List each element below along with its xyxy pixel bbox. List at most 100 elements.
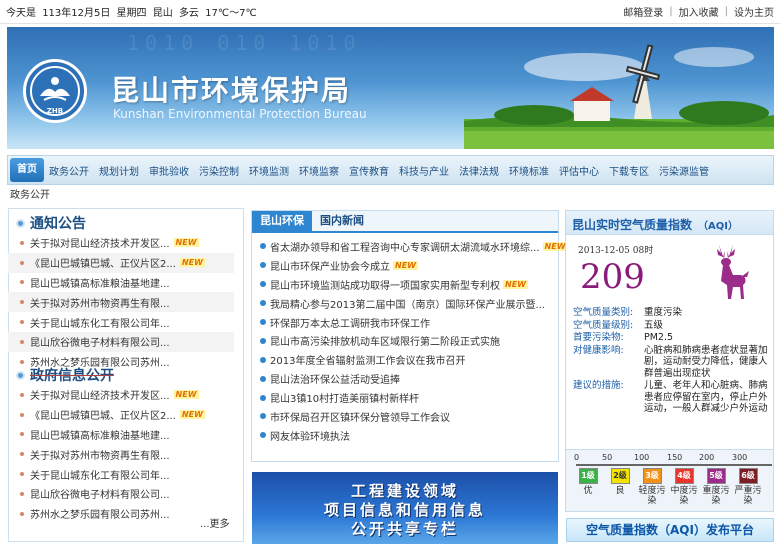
more-link[interactable]: ...更多 xyxy=(200,515,230,530)
level-name: 轻度污染 xyxy=(638,486,666,506)
top-info-bar: 今天是 113年12月5日 星期四 昆山 多云 17℃～7℃ 邮箱登录 | 加入… xyxy=(0,0,780,24)
aqi-row: 空气质量级别: 五级 xyxy=(573,320,769,332)
nav-downloads[interactable]: 下载专区 xyxy=(604,163,654,178)
list-item-text: 关于拟对昆山经济技术开发区... xyxy=(30,239,170,251)
aqi-row: 首要污染物: PM2.5 xyxy=(573,332,769,344)
main-nav: 首页 政务公开 规划计划 审批验收 污染控制 环境监测 环境监察 宣传教育 科技… xyxy=(7,155,774,185)
weather-text: 多云 xyxy=(178,8,199,19)
aqi-row: 空气质量类别: 重度污染 xyxy=(573,307,769,319)
nav-laws[interactable]: 法律法规 xyxy=(454,163,504,178)
weekday-text: 星期四 xyxy=(116,8,147,19)
bullet-icon xyxy=(20,339,24,344)
tab-kunshan-env[interactable]: 昆山环保 xyxy=(252,211,312,231)
top-links: 邮箱登录 | 加入收藏 | 设为主页 xyxy=(623,4,774,19)
aqi-level-6: 6级 严重污染 xyxy=(734,468,762,506)
bullet-icon xyxy=(260,413,266,420)
bullet-icon xyxy=(260,356,266,363)
bullet-icon xyxy=(20,300,24,305)
bullet-icon xyxy=(20,432,24,437)
news-list: 省太湖办领导和省工程咨询中心专家调研太湖流域水环境综... NEW 昆山市环保产业… xyxy=(252,233,568,445)
list-item[interactable]: 昆山欣谷微电子材料有限公司... xyxy=(8,331,234,352)
scale-tick: 150 xyxy=(667,453,683,462)
list-item[interactable]: 昆山欣谷微电子材料有限公司... xyxy=(20,484,244,504)
list-item[interactable]: 我局精心参与2013第二届中国（南京）国际环保产业展示暨... xyxy=(260,294,558,313)
tab-domestic-news[interactable]: 国内新闻 xyxy=(312,211,372,231)
bullet-icon xyxy=(20,320,24,325)
list-item[interactable]: 昆山巴城镇高标准粮油基地建... xyxy=(20,273,244,293)
list-item[interactable]: 《昆山巴城镇巴城、正仪片区2... NEW xyxy=(20,405,244,425)
aqi-time: 2013-12-05 08时 xyxy=(578,246,654,256)
bullet-icon xyxy=(20,392,24,397)
nav-standards[interactable]: 环境标准 xyxy=(504,163,554,178)
aqi-level-5: 5级 重度污染 xyxy=(702,468,730,506)
bullet-icon xyxy=(20,260,24,265)
aqi-row: 建议的措施: 儿童、老年人和心脏病、肺病患者应停留在室内，停止户外运动，一般人群减… xyxy=(573,380,769,415)
list-item[interactable]: 昆山巴城镇高标准粮油基地建... xyxy=(20,425,244,445)
bullet-icon xyxy=(260,243,266,250)
list-item[interactable]: 市环保局召开区镇环保分管领导工作会议 xyxy=(260,407,558,426)
level-name: 良 xyxy=(615,486,625,496)
scale-tick: 100 xyxy=(634,453,650,462)
nav-pollution-sources[interactable]: 污染源监管 xyxy=(654,163,714,178)
nav-assessment[interactable]: 评估中心 xyxy=(554,163,604,178)
list-item[interactable]: 关于昆山城东化工有限公司年... xyxy=(20,312,244,332)
nav-pollution-control[interactable]: 污染控制 xyxy=(194,163,244,178)
nav-education[interactable]: 宣传教育 xyxy=(344,163,394,178)
aqi-row-key: 建议的措施: xyxy=(573,380,624,391)
aqi-row-key: 空气质量级别: xyxy=(573,319,634,331)
list-item[interactable]: 《昆山巴城镇巴城、正仪片区2... NEW xyxy=(8,252,234,273)
list-item-text: 昆山3镇10村打造美丽镇村新样杆 xyxy=(270,394,420,406)
nav-env-monitoring[interactable]: 环境监测 xyxy=(244,163,294,178)
credit-info-banner[interactable]: 工程建设领域 项目信息和信用信息 公开共享专栏 xyxy=(252,472,558,544)
nav-gov-affairs[interactable]: 政务公开 xyxy=(44,163,94,178)
nav-approval[interactable]: 审批验收 xyxy=(144,163,194,178)
list-item[interactable]: 网友体验环境执法 xyxy=(260,426,558,445)
nav-home[interactable]: 首页 xyxy=(10,158,44,182)
list-item-text: 昆山法治环保公益活动受追捧 xyxy=(270,375,400,387)
list-item-text: 关于拟对苏州市物资再生有限... xyxy=(30,298,170,310)
nav-tech-industry[interactable]: 科技与产业 xyxy=(394,163,454,178)
list-item-text: 我局精心参与2013第二届中国（南京）国际环保产业展示暨... xyxy=(270,299,545,311)
list-item[interactable]: 昆山市环境监测站成功取得一项国家实用新型专利权 NEW xyxy=(260,275,558,294)
notice-section: 通知公告 关于拟对昆山经济技术开发区... NEW 《昆山巴城镇巴城、正仪片区2.… xyxy=(8,213,244,372)
aqi-header: 昆山实时空气质量指数 （AQI） xyxy=(566,211,773,235)
gov-info-title: 政府信息公开 xyxy=(30,368,114,384)
city-text: 昆山 xyxy=(152,8,173,19)
list-item[interactable]: 昆山市高污染排放机动车区域限行第二阶段正式实施 xyxy=(260,331,558,350)
gov-info-list: 关于拟对昆山经济技术开发区... NEW 《昆山巴城镇巴城、正仪片区2... NEW… xyxy=(8,385,244,524)
bullet-icon xyxy=(20,240,24,245)
scale-tick: 50 xyxy=(602,453,613,462)
list-item[interactable]: 环保部万本太总工调研我市环保工作 xyxy=(260,313,558,332)
list-item[interactable]: 关于拟对昆山经济技术开发区... NEW xyxy=(20,385,244,405)
notice-title: 通知公告 xyxy=(30,216,86,232)
logo-emblem-icon: ZHB xyxy=(30,66,80,116)
mail-login-link[interactable]: 邮箱登录 xyxy=(623,4,663,19)
bureau-logo[interactable]: ZHB xyxy=(23,59,87,123)
list-item[interactable]: 昆山3镇10村打造美丽镇村新样杆 xyxy=(260,388,558,407)
sub-nav-item[interactable]: 政务公开 xyxy=(10,186,50,201)
aqi-row-key: 对健康影响: xyxy=(573,344,624,356)
list-item[interactable]: 2013年度全省辐射监测工作会议在我市召开 xyxy=(260,350,558,369)
new-badge: NEW xyxy=(179,410,205,420)
list-item[interactable]: 关于拟对苏州市物资再生有限... xyxy=(20,444,244,464)
bullet-icon xyxy=(260,432,266,439)
aqi-row: 对健康影响: 心脏病和肺病患者症状显著加剧，运动耐受力降低，健康人群普遍出现症状 xyxy=(573,345,769,380)
list-item[interactable]: 关于拟对昆山经济技术开发区... NEW xyxy=(20,233,244,253)
list-item[interactable]: 关于昆山城东化工有限公司年... xyxy=(20,464,244,484)
aqi-tag: （AQI） xyxy=(698,221,738,232)
aqi-row-value: 儿童、老年人和心脏病、肺病患者应停留在室内，停止户外运动，一般人群减少户外运动 xyxy=(644,380,768,414)
list-item[interactable]: 昆山法治环保公益活动受追捧 xyxy=(260,369,558,388)
aqi-level-4: 4级 中度污染 xyxy=(670,468,698,506)
level-box: 2级 xyxy=(610,468,630,484)
list-item-text: 苏州水之梦乐园有限公司苏州... xyxy=(30,510,170,522)
nav-planning[interactable]: 规划计划 xyxy=(94,163,144,178)
list-item[interactable]: 关于拟对苏州市物资再生有限... xyxy=(8,292,234,313)
bullet-icon xyxy=(20,412,24,417)
add-favorite-link[interactable]: 加入收藏 xyxy=(679,4,719,19)
aqi-platform-link[interactable]: 空气质量指数（AQI）发布平台 xyxy=(566,518,774,542)
nav-env-inspection[interactable]: 环境监察 xyxy=(294,163,344,178)
list-item[interactable]: 省太湖办领导和省工程咨询中心专家调研太湖流域水环境综... NEW xyxy=(260,237,568,256)
set-homepage-link[interactable]: 设为主页 xyxy=(734,4,774,19)
list-item[interactable]: 昆山市环保产业协会今成立 NEW xyxy=(260,256,558,275)
level-box: 3级 xyxy=(642,468,662,484)
